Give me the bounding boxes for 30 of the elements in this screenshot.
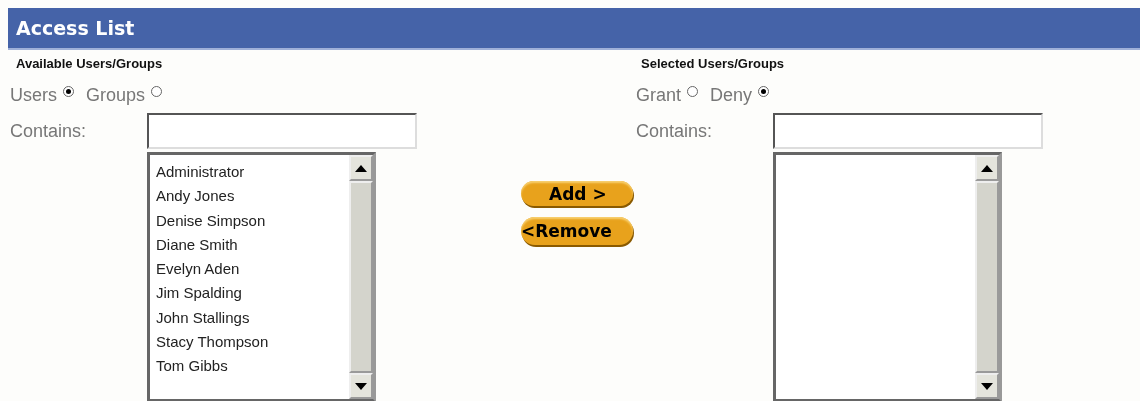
contains-field[interactable] (147, 113, 417, 149)
list-item[interactable]: Jim Spalding (156, 281, 349, 306)
radio-label: Users (10, 85, 57, 106)
list-item[interactable]: Stacy Thompson (156, 330, 349, 355)
radio-label: Grant (636, 85, 682, 106)
list-box[interactable]: Administrator Andy Jones Denise Simpson Diane Smith Evelyn Aden Jim Spalding John Stallings Stacy Thompson Tom Gibbs (147, 152, 376, 401)
list-box[interactable] (773, 152, 1002, 401)
radio-button[interactable] (151, 86, 163, 97)
remove-button[interactable]: <Remove (521, 217, 633, 245)
list-item[interactable]: Andy Jones (156, 184, 349, 209)
list-item[interactable]: Evelyn Aden (156, 257, 349, 282)
list-item[interactable]: Denise Simpson (156, 208, 349, 233)
field-label: Contains: (636, 120, 714, 142)
radio-button[interactable] (63, 86, 74, 97)
radio-button[interactable] (687, 86, 699, 97)
radio-label: Deny (710, 85, 753, 106)
list-item[interactable]: Diane Smith (156, 232, 349, 258)
header-bar: Access List (8, 8, 1140, 50)
list-item[interactable]: John Stallings (156, 305, 349, 331)
scroll-bar[interactable] (975, 155, 999, 399)
contains-field[interactable] (773, 113, 1043, 149)
section-heading: Available Users/Groups (15, 56, 164, 71)
list-item[interactable]: Tom Gibbs (156, 354, 349, 379)
scroll-bar[interactable] (349, 155, 373, 399)
field-label: Contains: (10, 120, 88, 142)
section-heading: Selected Users/Groups (640, 56, 786, 71)
list-item[interactable]: Administrator (156, 160, 349, 185)
add-button[interactable]: Add > (521, 181, 633, 206)
radio-label: Groups (86, 85, 146, 106)
radio-button[interactable] (758, 86, 770, 97)
